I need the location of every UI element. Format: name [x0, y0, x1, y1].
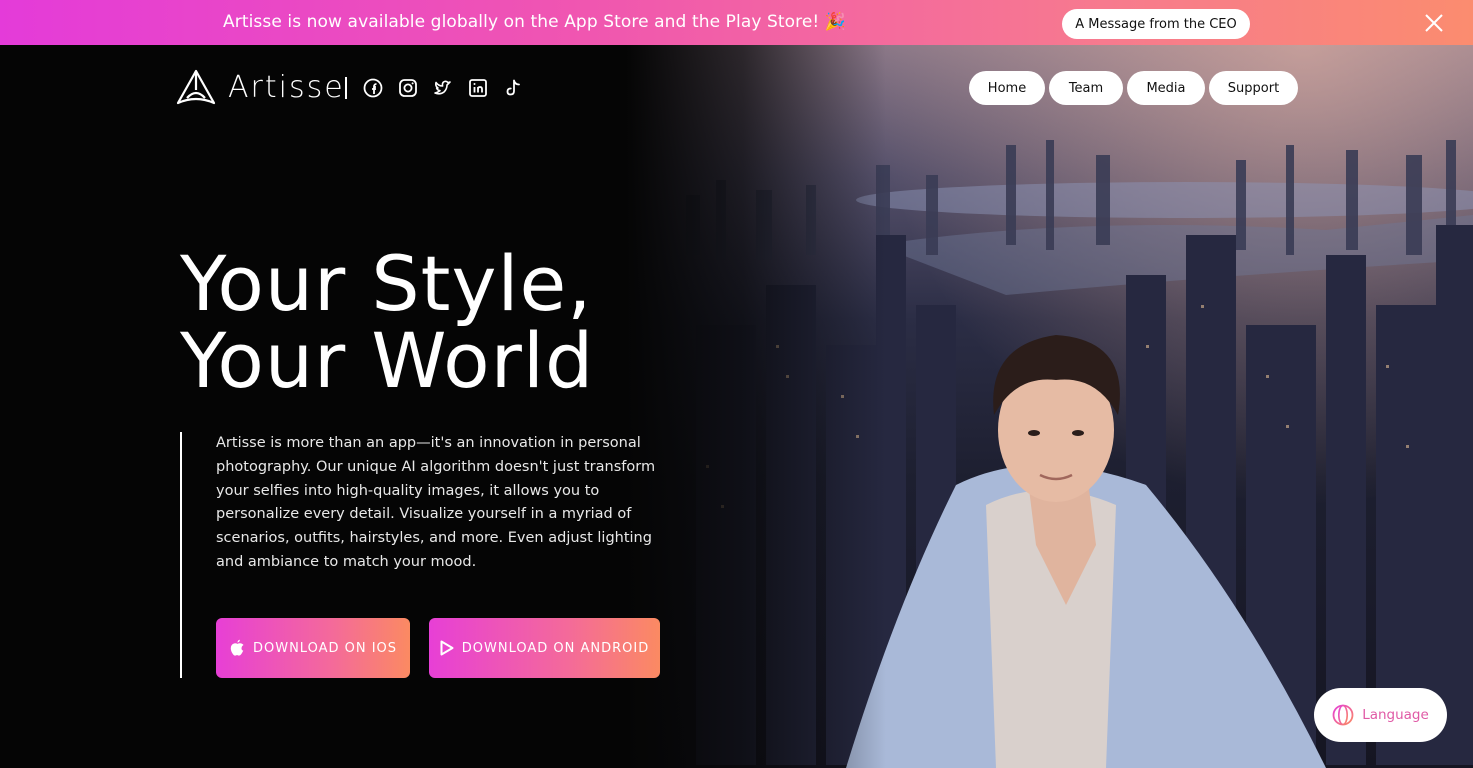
globe-icon	[1332, 704, 1354, 726]
twitter-icon[interactable]	[433, 78, 453, 98]
language-label: Language	[1362, 707, 1429, 723]
artisse-logo-icon[interactable]	[175, 68, 217, 108]
announcement-banner: Artisse is now available globally on the…	[0, 0, 1473, 45]
play-icon	[440, 640, 454, 656]
nav-media[interactable]: Media	[1127, 71, 1205, 105]
nav-support[interactable]: Support	[1209, 71, 1298, 105]
facebook-icon[interactable]	[363, 78, 383, 98]
close-icon[interactable]	[1424, 13, 1444, 33]
instagram-icon[interactable]	[398, 78, 418, 98]
headline-line-2: Your World	[180, 316, 595, 405]
language-button[interactable]: Language	[1314, 688, 1447, 742]
ceo-message-button[interactable]: A Message from the CEO	[1062, 9, 1250, 39]
hero-headline: Your Style, Your World	[180, 245, 594, 399]
download-android-button[interactable]: DOWNLOAD ON ANDROID	[429, 618, 660, 678]
download-android-label: DOWNLOAD ON ANDROID	[461, 640, 650, 656]
headline-line-1: Your Style,	[180, 239, 593, 328]
nav-home[interactable]: Home	[969, 71, 1045, 105]
nav-team[interactable]: Team	[1049, 71, 1123, 105]
brand-name[interactable]: Artisse	[228, 70, 345, 105]
download-ios-label: DOWNLOAD ON IOS	[252, 640, 398, 656]
linkedin-icon[interactable]	[468, 78, 488, 98]
tiktok-icon[interactable]	[503, 78, 523, 98]
announcement-text: Artisse is now available globally on the…	[223, 12, 847, 32]
hero-fade-overlay	[626, 45, 886, 768]
hero-description: Artisse is more than an app—it's an inno…	[216, 435, 656, 570]
header-divider	[345, 77, 347, 99]
download-ios-button[interactable]: DOWNLOAD ON IOS	[216, 618, 410, 678]
description-accent-bar	[180, 432, 182, 678]
apple-icon	[230, 639, 244, 656]
